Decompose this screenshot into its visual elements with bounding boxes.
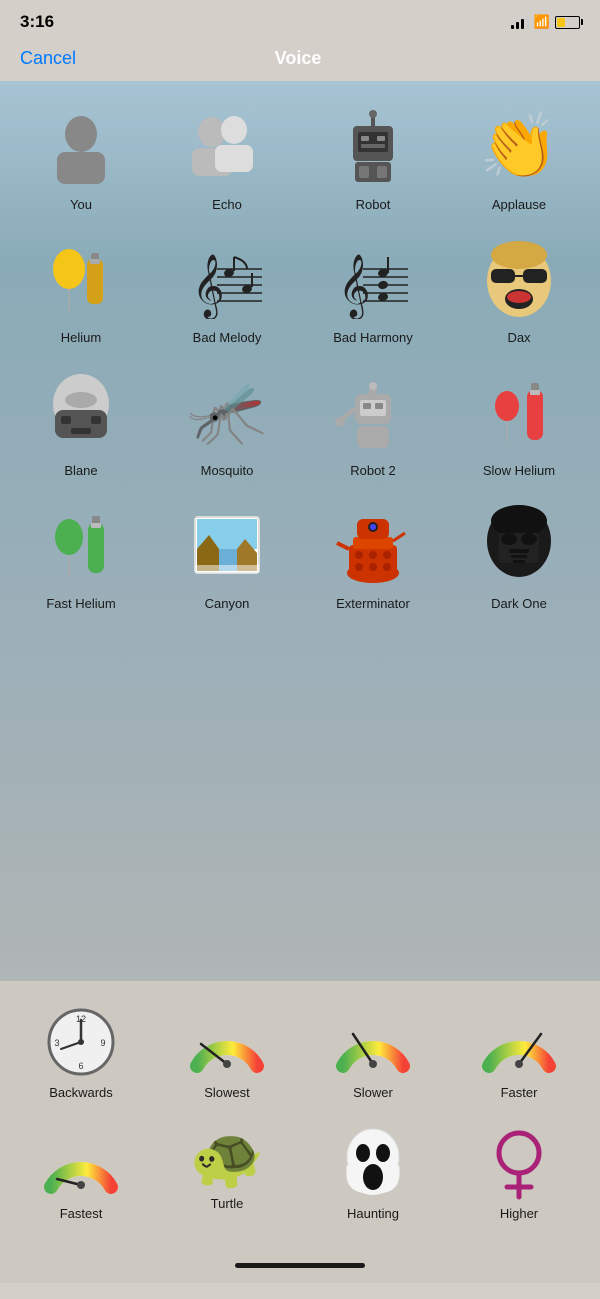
helium-icon (36, 234, 126, 324)
mosquito-icon: 🦟 (182, 367, 272, 457)
speed-item-slower[interactable]: Slower (302, 991, 444, 1108)
backwards-icon: 12 9 6 3 (36, 1001, 126, 1081)
svg-text:9: 9 (100, 1038, 105, 1048)
voice-item-robot2[interactable]: Robot 2 (302, 357, 444, 486)
applause-label: Applause (492, 197, 546, 212)
helium-label: Helium (61, 330, 101, 345)
blane-label: Blane (64, 463, 97, 478)
bad-harmony-icon: 𝄞 (328, 234, 418, 324)
svg-text:6: 6 (78, 1061, 83, 1071)
voice-item-dark-one[interactable]: Dark One (448, 490, 590, 619)
turtle-icon: 🐢 (187, 1122, 267, 1192)
slower-icon (328, 1001, 418, 1081)
speed-item-turtle[interactable]: 🐢 Turtle (156, 1112, 298, 1229)
robot2-label: Robot 2 (350, 463, 396, 478)
cancel-button[interactable]: Cancel (20, 48, 76, 69)
voice-item-applause[interactable]: 👏 Applause (448, 91, 590, 220)
blane-icon (36, 367, 126, 457)
robot2-icon (328, 367, 418, 457)
bad-melody-label: Bad Melody (193, 330, 262, 345)
slow-helium-label: Slow Helium (483, 463, 555, 478)
speed-item-backwards[interactable]: 12 9 6 3 Backwards (10, 991, 152, 1108)
haunting-label: Haunting (347, 1206, 399, 1221)
voice-grid-area: You Echo (0, 81, 600, 981)
dax-icon (474, 234, 564, 324)
speed-controls-area: 12 9 6 3 Backwards (0, 981, 600, 1253)
dark-one-icon (474, 500, 564, 590)
status-bar: 3:16 📶 (0, 0, 600, 40)
robot-label: Robot (356, 197, 391, 212)
battery-icon (555, 16, 580, 29)
voice-item-you[interactable]: You (10, 91, 152, 220)
speed-item-slowest[interactable]: Slowest (156, 991, 298, 1108)
slowest-icon (182, 1001, 272, 1081)
signal-icon (511, 15, 529, 29)
svg-text:𝄞: 𝄞 (338, 255, 371, 319)
higher-label: Higher (500, 1206, 538, 1221)
bad-harmony-label: Bad Harmony (333, 330, 412, 345)
you-icon (36, 101, 126, 191)
voice-item-blane[interactable]: Blane (10, 357, 152, 486)
canyon-label: Canyon (205, 596, 250, 611)
speed-item-haunting[interactable]: Haunting (302, 1112, 444, 1229)
slow-helium-icon (474, 367, 564, 457)
wifi-icon: 📶 (534, 14, 550, 30)
faster-label: Faster (501, 1085, 538, 1100)
mosquito-label: Mosquito (201, 463, 254, 478)
speed-item-faster[interactable]: Faster (448, 991, 590, 1108)
voice-item-robot[interactable]: Robot (302, 91, 444, 220)
status-icons: 📶 (511, 14, 580, 30)
backwards-label: Backwards (49, 1085, 113, 1100)
voice-item-mosquito[interactable]: 🦟 Mosquito (156, 357, 298, 486)
turtle-label: Turtle (211, 1196, 244, 1211)
fastest-icon (36, 1122, 126, 1202)
fastest-label: Fastest (60, 1206, 103, 1221)
voice-item-echo[interactable]: Echo (156, 91, 298, 220)
dax-label: Dax (507, 330, 530, 345)
dark-one-label: Dark One (491, 596, 547, 611)
exterminator-icon (328, 500, 418, 590)
voice-item-dax[interactable]: Dax (448, 224, 590, 353)
fast-helium-icon (36, 500, 126, 590)
haunting-icon (328, 1122, 418, 1202)
voice-item-exterminator[interactable]: Exterminator (302, 490, 444, 619)
svg-text:𝄞: 𝄞 (192, 255, 225, 319)
speed-item-fastest[interactable]: Fastest (10, 1112, 152, 1229)
speed-item-higher[interactable]: Higher (448, 1112, 590, 1229)
slower-label: Slower (353, 1085, 393, 1100)
voice-grid: You Echo (10, 91, 590, 619)
bottom-grid: Fastest 🐢 Turtle H (10, 1112, 590, 1229)
page-title: Voice (275, 48, 322, 69)
fast-helium-label: Fast Helium (46, 596, 115, 611)
echo-label: Echo (212, 197, 242, 212)
applause-icon: 👏 (474, 101, 564, 191)
echo-icon (182, 101, 272, 191)
status-time: 3:16 (20, 12, 54, 32)
robot-icon (328, 101, 418, 191)
voice-item-canyon[interactable]: Canyon (156, 490, 298, 619)
canyon-icon (182, 500, 272, 590)
higher-icon (474, 1122, 564, 1202)
voice-item-bad-melody[interactable]: 𝄞 Bad Melody (156, 224, 298, 353)
you-label: You (70, 197, 92, 212)
nav-bar: Cancel Voice (0, 40, 600, 81)
home-indicator (0, 1253, 600, 1283)
bad-melody-icon: 𝄞 (182, 234, 272, 324)
voice-item-fast-helium[interactable]: Fast Helium (10, 490, 152, 619)
voice-item-slow-helium[interactable]: Slow Helium (448, 357, 590, 486)
voice-item-bad-harmony[interactable]: 𝄞 Bad Harmony (302, 224, 444, 353)
home-bar (235, 1263, 365, 1268)
speed-grid: 12 9 6 3 Backwards (10, 991, 590, 1108)
slowest-label: Slowest (204, 1085, 250, 1100)
voice-item-helium[interactable]: Helium (10, 224, 152, 353)
exterminator-label: Exterminator (336, 596, 410, 611)
svg-text:3: 3 (54, 1038, 59, 1048)
faster-icon (474, 1001, 564, 1081)
